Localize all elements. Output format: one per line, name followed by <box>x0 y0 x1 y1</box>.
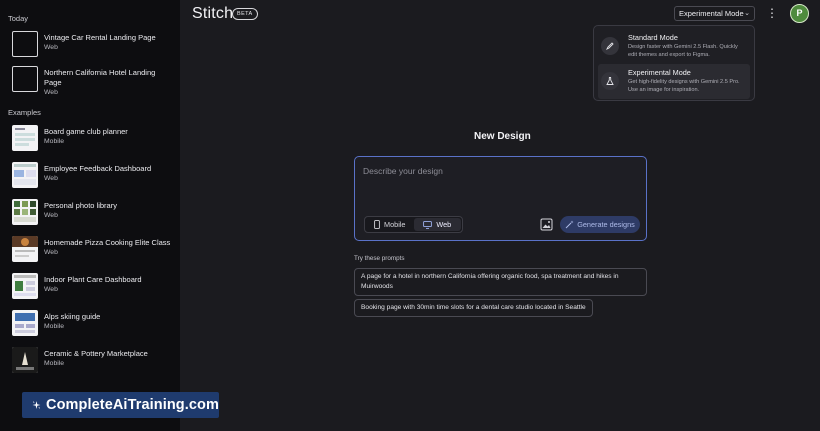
avatar[interactable]: P <box>790 4 809 23</box>
generate-label: Generate designs <box>577 220 635 229</box>
thumbnail <box>12 310 38 336</box>
mode-option-experimental[interactable]: Experimental Mode Get high-fidelity desi… <box>598 64 750 99</box>
history-item[interactable]: Vintage Car Rental Landing Page Web <box>0 29 180 59</box>
brush-icon <box>601 37 619 55</box>
section-label-examples: Examples <box>8 108 41 117</box>
thumbnail <box>12 31 38 57</box>
mode-option-standard[interactable]: Standard Mode Design faster with Gemini … <box>598 29 750 64</box>
item-title: Indoor Plant Care Dashboard <box>44 275 142 284</box>
beta-badge: BETA <box>232 8 258 20</box>
more-menu-icon[interactable]: ⋮ <box>766 6 778 22</box>
item-subtitle: Mobile <box>44 323 65 330</box>
mode-select-value: Experimental Mode <box>679 9 744 18</box>
item-subtitle: Web <box>44 249 58 256</box>
item-subtitle: Mobile <box>44 138 65 145</box>
device-toggle: Mobile Web <box>364 216 463 233</box>
item-subtitle: Web <box>44 89 58 96</box>
prompt-suggestion[interactable]: Booking page with 30min time slots for a… <box>354 299 593 317</box>
option-title: Experimental Mode <box>628 68 691 77</box>
thumbnail <box>12 125 38 151</box>
thumbnail <box>12 162 38 188</box>
sparkle-logo-icon <box>32 401 41 409</box>
example-item[interactable]: Employee Feedback Dashboard Web <box>0 160 180 190</box>
mode-select[interactable]: Experimental Mode ⌄ <box>674 6 755 21</box>
generate-designs-button[interactable]: Generate designs <box>560 216 640 233</box>
item-title: Northern California Hotel Landing Page <box>44 68 156 87</box>
desktop-icon <box>423 220 433 229</box>
examples-list: Board game club planner Mobile Employee … <box>0 123 180 375</box>
item-title: Ceramic & Pottery Marketplace <box>44 349 148 358</box>
mode-dropdown: Standard Mode Design faster with Gemini … <box>593 25 755 101</box>
item-title: Employee Feedback Dashboard <box>44 164 152 173</box>
mobile-toggle-button[interactable]: Mobile <box>366 218 414 231</box>
flask-icon <box>601 72 619 90</box>
item-subtitle: Mobile <box>44 360 65 367</box>
option-title: Standard Mode <box>628 33 678 42</box>
mobile-icon <box>374 220 380 229</box>
web-label: Web <box>436 220 452 229</box>
watermark-text: CompleteAiTraining.com <box>46 397 219 413</box>
item-title: Personal photo library <box>44 201 117 210</box>
thumbnail <box>12 236 38 262</box>
page-title: New Design <box>474 131 531 142</box>
example-item[interactable]: Alps skiing guide Mobile <box>0 308 180 338</box>
item-subtitle: Web <box>44 286 58 293</box>
example-item[interactable]: Homemade Pizza Cooking Elite Class Web <box>0 234 180 264</box>
prompts-label: Try these prompts <box>354 255 405 262</box>
item-title: Vintage Car Rental Landing Page <box>44 33 156 42</box>
thumbnail <box>12 66 38 92</box>
chevron-down-icon: ⌄ <box>744 10 750 17</box>
section-label-today: Today <box>8 14 29 23</box>
watermark-banner: CompleteAiTraining.com <box>22 392 219 418</box>
item-subtitle: Web <box>44 212 58 219</box>
example-item[interactable]: Ceramic & Pottery Marketplace Mobile <box>0 345 180 375</box>
thumbnail <box>12 199 38 225</box>
prompt-input[interactable]: Describe your design <box>363 166 443 176</box>
item-title: Alps skiing guide <box>44 312 101 321</box>
image-upload-icon[interactable] <box>540 218 553 231</box>
prompt-suggestion[interactable]: A page for a hotel in northern Californi… <box>354 268 647 296</box>
item-title: Board game club planner <box>44 127 128 136</box>
app-title: Stitch <box>192 5 234 22</box>
sidebar: Today Vintage Car Rental Landing Page We… <box>0 0 180 431</box>
option-description: Design faster with Gemini 2.5 Flash. Qui… <box>628 44 738 58</box>
item-subtitle: Web <box>44 44 58 51</box>
magic-wand-icon <box>565 220 574 229</box>
history-item[interactable]: Northern California Hotel Landing Page W… <box>0 64 180 100</box>
thumbnail <box>12 273 38 299</box>
option-description: Get high-fidelity designs with Gemini 2.… <box>628 79 740 93</box>
mobile-label: Mobile <box>384 220 406 229</box>
example-item[interactable]: Board game club planner Mobile <box>0 123 180 153</box>
example-item[interactable]: Personal photo library Web <box>0 197 180 227</box>
prompt-composer[interactable]: Describe your design Mobile Web Generate… <box>354 156 647 241</box>
web-toggle-button[interactable]: Web <box>413 218 461 231</box>
example-item[interactable]: Indoor Plant Care Dashboard Web <box>0 271 180 301</box>
thumbnail <box>12 347 38 373</box>
item-title: Homemade Pizza Cooking Elite Class <box>44 238 171 247</box>
item-subtitle: Web <box>44 175 58 182</box>
